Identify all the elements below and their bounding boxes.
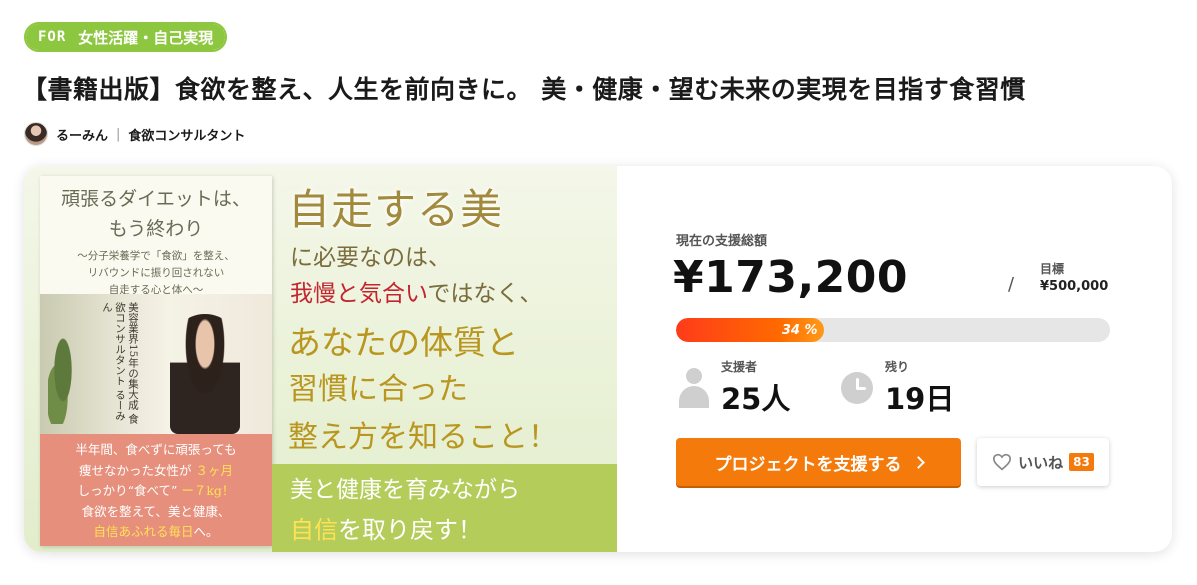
book-bottom-line: 痩せなかった女性が ３ヶ月 — [40, 461, 272, 482]
author-separator: | — [116, 126, 121, 142]
book-bottom-text-part: へ。 — [193, 524, 219, 539]
book-bottom-line: 半年間、食べずに頑張っても — [75, 442, 237, 457]
supporter-icon — [677, 368, 711, 408]
hero-headline: 自走する美 — [288, 185, 504, 234]
book-title: 頑張るダイエットは、 もう終わり — [40, 184, 272, 244]
progress-percent: 34 % — [781, 322, 818, 338]
heart-icon — [993, 453, 1012, 471]
hero-line-part: ではなく、 — [427, 281, 543, 307]
goal-amount: ¥500,000 — [1040, 279, 1109, 294]
hero-line-highlight: 我慢と気合い — [290, 281, 428, 307]
book-bottom-highlight: ３ヶ月 — [195, 462, 233, 478]
project-card: 頑張るダイエットは、 もう終わり 〜分子栄養学で「食欲」を整え、 リバウンドに振… — [24, 166, 1172, 552]
book-vertical-text: 美容業界15年の集大成 食欲コンサルタント るーみん — [101, 302, 139, 424]
category-tag[interactable]: FOR 女性活躍・自己実現 — [24, 22, 228, 52]
book-bottom-line: 自信あふれる毎日へ。 — [40, 522, 272, 543]
remaining-label: 残り — [885, 360, 910, 374]
hero-band-highlight: 自信 — [290, 516, 338, 544]
funding-panel: 現在の支援総額 ¥173,200 / 目標 ¥500,000 34 % 支援者 … — [617, 166, 1172, 552]
book-subtitle-line: 〜分子栄養学で「食欲」を整え、 — [77, 250, 235, 262]
category-prefix: FOR — [26, 24, 75, 50]
author-photo — [170, 314, 240, 434]
supporters-label: 支援者 — [721, 360, 758, 374]
book-bottom-text: 半年間、食べずに頑張っても 痩せなかった女性が ３ヶ月 しっかり“食べて” ー７… — [40, 434, 272, 546]
book-bottom-highlight: 自信あふれる毎日 — [93, 524, 194, 539]
support-button-label: プロジェクトを支援する — [714, 454, 902, 475]
hero-line: 我慢と気合いではなく、 — [290, 274, 542, 308]
hero-band-line: 美と健康を育みながら — [290, 477, 520, 503]
book-photo: 美容業界15年の集大成 食欲コンサルタント るーみん — [40, 294, 272, 434]
progress-bar: 34 % — [676, 318, 1110, 342]
book-bottom-text-part: しっかり“食べて” — [77, 483, 178, 498]
author[interactable]: るーみん | 食欲コンサルタント — [24, 122, 245, 146]
hero-line: 習慣に合った — [288, 372, 468, 407]
book-bottom-line: しっかり“食べて” ー７kg！ — [40, 481, 272, 502]
author-name[interactable]: るーみん — [56, 125, 108, 144]
supporters-value: 25人 — [721, 382, 791, 416]
hero-image[interactable]: 頑張るダイエットは、 もう終わり 〜分子栄養学で「食欲」を整え、 リバウンドに振… — [24, 166, 617, 552]
chevron-right-icon — [911, 455, 925, 469]
hero-line: 整え方を知ること！ — [288, 420, 558, 455]
like-count: 83 — [1069, 453, 1094, 471]
goal-label: 目標 — [1040, 262, 1065, 276]
author-role: 食欲コンサルタント — [128, 128, 246, 144]
clock-icon — [841, 372, 873, 404]
like-button[interactable]: いいね 83 — [977, 438, 1109, 486]
book-bottom-line: 食欲を整えて、美と健康、 — [81, 503, 231, 519]
hero-band-line: 自信を取り戻す！ — [290, 510, 482, 545]
like-label: いいね — [1018, 453, 1064, 472]
amount-separator: / — [1008, 274, 1015, 295]
hero-band-part: を取り戻す！ — [338, 516, 482, 544]
book-cover: 頑張るダイエットは、 もう終わり 〜分子栄養学で「食欲」を整え、 リバウンドに振… — [40, 176, 272, 546]
current-amount: ¥173,200 — [673, 252, 909, 303]
current-amount-label: 現在の支援総額 — [676, 234, 768, 249]
book-title-line: 頑張るダイエットは、 — [61, 188, 251, 210]
hero-line: に必要なのは、 — [290, 245, 451, 271]
book-title-line: もう終わり — [108, 218, 204, 240]
book-subtitle-line: リバウンドに振り回されない — [87, 267, 225, 279]
hero-line: あなたの体質と — [288, 323, 519, 362]
category-label: 女性活躍・自己実現 — [74, 24, 226, 50]
project-title: 【書籍出版】食欲を整え、人生を前向きに。 美・健康・望む未来の実現を目指す食習慣 — [22, 75, 1026, 104]
plant-illustration — [48, 334, 78, 424]
book-subtitle: 〜分子栄養学で「食欲」を整え、 リバウンドに振り回されない 自走する心と体へ〜 — [40, 248, 272, 299]
avatar[interactable] — [24, 122, 48, 146]
remaining-value: 19日 — [885, 382, 955, 416]
book-bottom-highlight: ー７kg！ — [181, 483, 235, 498]
support-project-button[interactable]: プロジェクトを支援する — [676, 438, 961, 486]
progress-fill: 34 % — [676, 318, 824, 342]
book-bottom-text-part: 痩せなかった女性が — [78, 462, 192, 478]
